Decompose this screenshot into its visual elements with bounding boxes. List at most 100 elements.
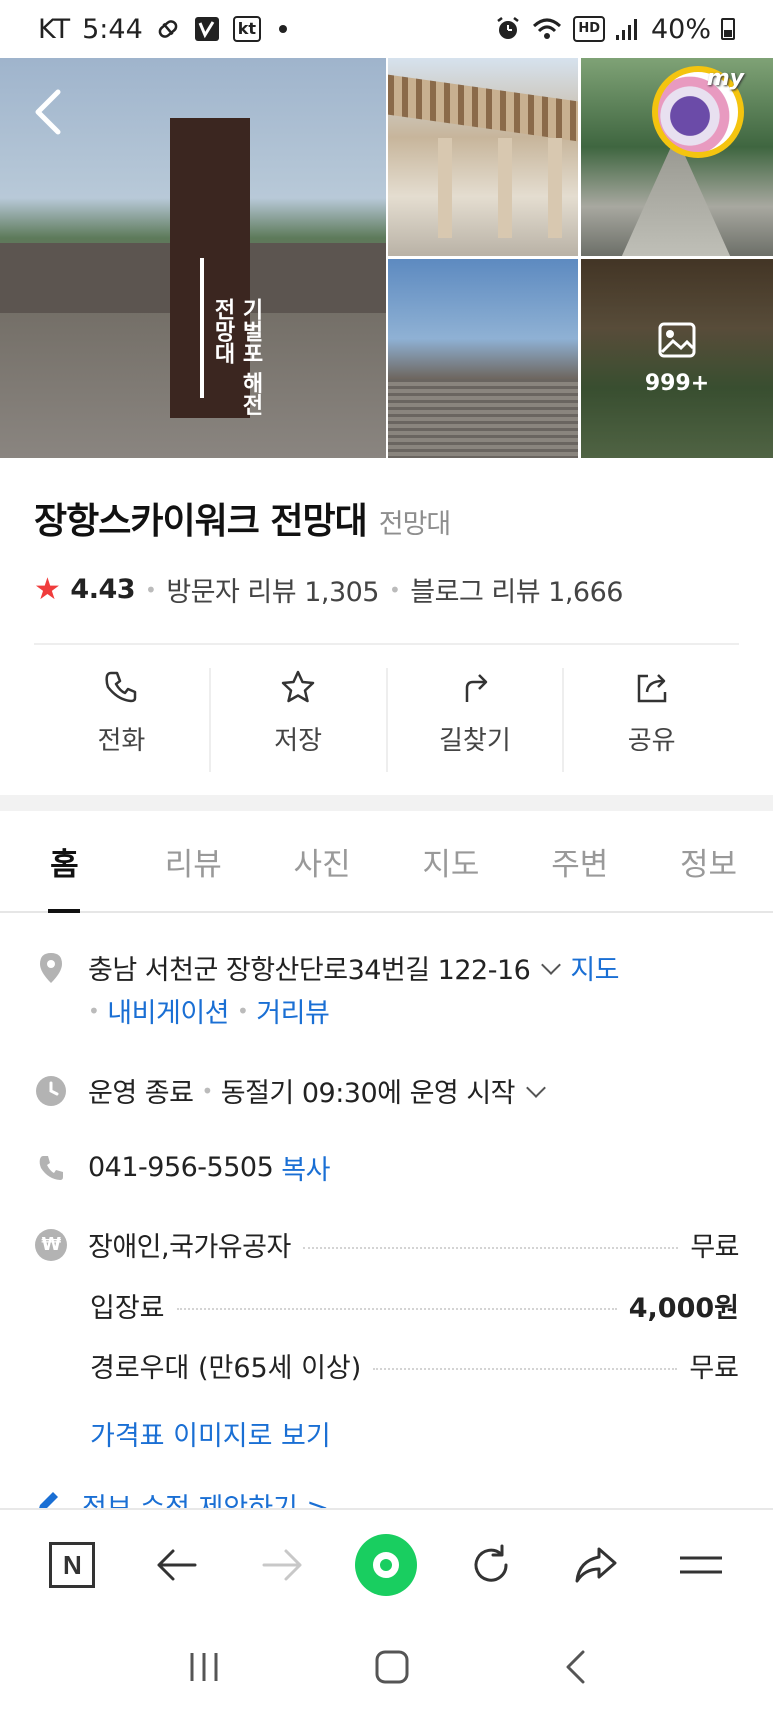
price-value: 무료 [689,1353,739,1384]
arrow-left-icon [157,1549,197,1581]
tab-info[interactable]: 정보 [644,811,773,911]
share-arrow-icon [575,1547,617,1583]
visitor-reviews-link[interactable]: 방문자 리뷰 1,305 [166,570,379,609]
call-label: 전화 [97,726,146,756]
price-value: 4,000원 [628,1293,739,1324]
address-text: 충남 서천군 장항산단로34번길 122-16 [88,955,531,986]
share-page-button[interactable] [564,1533,628,1597]
profile-badge-label: my [706,66,744,91]
location-pin-icon [34,951,68,985]
chevron-down-icon[interactable] [526,1077,546,1098]
pill-icon [155,16,181,42]
signal-icon [615,17,641,41]
reload-button[interactable] [459,1533,523,1597]
profile-avatar[interactable]: my [652,66,744,158]
recent-apps-button[interactable] [186,1651,222,1687]
save-button[interactable]: 저장 [208,668,386,772]
home-square-icon [375,1650,409,1684]
phone-number[interactable]: 041-956-5505 [88,1152,274,1183]
share-button[interactable]: 공유 [562,668,739,772]
refresh-icon [474,1544,508,1582]
price-image-link[interactable]: 가격표 이미지로 보기 [90,1414,331,1453]
monument-text: 기벌포 해전 전망대 [210,298,263,416]
separator-dot: • [145,577,157,602]
phone-icon [105,671,137,703]
place-header: 장항스카이워크 전망대 전망대 [34,492,739,544]
star-outline-icon [281,670,315,703]
tab-nearby[interactable]: 주변 [515,811,644,911]
battery-icon [721,18,735,40]
rating-value: 4.43 [70,574,136,605]
forward-nav-button[interactable] [250,1533,314,1597]
copy-phone-link[interactable]: 복사 [281,1148,330,1187]
dotted-leader [302,1246,679,1249]
hours-row[interactable]: 운영 종료 • 동절기 09:30에 운영 시작 [34,1071,739,1110]
share-label: 공유 [627,726,676,756]
bridge-shape [621,148,731,256]
clock-icon [34,1074,68,1108]
price-label: 입장료 [90,1293,165,1324]
section-gap [0,795,773,811]
more-photos-overlay[interactable]: 999+ [581,259,773,458]
separator-dot: • [389,577,401,602]
separator-dot: • [237,998,249,1023]
chevron-down-icon[interactable] [541,954,562,975]
streetview-link[interactable]: 거리뷰 [256,991,330,1030]
main-photo[interactable]: 기벌포 해전 전망대 [0,58,386,458]
action-bar: 전화 저장 길찾기 공유 [34,668,739,772]
green-dot-icon [355,1534,418,1596]
price-row: ₩ 장애인,국가유공자 무료 [34,1225,739,1264]
more-photos-count: 999+ [644,371,710,396]
directions-label: 길찾기 [438,726,511,756]
back-nav-button[interactable] [145,1533,209,1597]
green-dot-button[interactable] [354,1533,418,1597]
tab-map[interactable]: 지도 [386,811,515,911]
price-label: 경로우대 (만65세 이상) [90,1353,362,1384]
back-chevron-icon [566,1650,585,1684]
hd-voice-icon: HD [573,16,605,42]
pillar-shape [548,138,562,238]
browser-toolbar: N [0,1508,773,1620]
hours-status: 운영 종료 [88,1078,194,1109]
tab-reviews[interactable]: 리뷰 [129,811,258,911]
pillar-shape [438,138,452,238]
photo-thumbnail[interactable] [388,259,578,458]
naver-n-icon: N [49,1542,96,1588]
tab-photos[interactable]: 사진 [258,811,387,911]
price-image-row: 가격표 이미지로 보기 [90,1414,739,1453]
back-system-button[interactable] [563,1649,587,1689]
dotted-leader [176,1307,617,1310]
photo-gallery: 기벌포 해전 전망대 999+ my [0,58,773,458]
system-navigation-bar [0,1620,773,1718]
price-label: 장애인,국가유공자 [88,1232,291,1263]
monument-stripe [200,258,204,398]
tab-home[interactable]: 홈 [0,811,129,913]
separator-dot: • [201,1078,213,1103]
save-label: 저장 [274,726,323,756]
phone-row: 041-956-5505 복사 [34,1148,739,1187]
naver-home-button[interactable]: N [40,1533,104,1597]
floor-shape [388,379,578,458]
hours-detail: 동절기 09:30에 운영 시작 [220,1078,516,1109]
directions-button[interactable]: 길찾기 [385,668,563,772]
place-category: 전망대 [378,509,452,540]
map-link[interactable]: 지도 [570,948,619,987]
back-button[interactable] [30,88,70,135]
blog-reviews-link[interactable]: 블로그 리뷰 1,666 [410,570,623,609]
place-name: 장항스카이워크 전망대 [34,501,368,542]
pillar-shape [498,138,512,238]
navigation-link[interactable]: 내비게이션 [107,991,229,1030]
directions-icon [465,674,488,702]
photo-thumbnail[interactable] [388,58,578,256]
menu-button[interactable] [669,1533,733,1597]
call-button[interactable]: 전화 [34,668,209,772]
monument-shape: 기벌포 해전 전망대 [170,118,263,418]
wifi-icon [531,16,563,42]
clock: 5:44 [82,13,143,45]
star-icon: ★ [34,572,61,607]
pergola-shape [388,74,578,142]
address-links-row: • 내비게이션 • 거리뷰 [88,991,738,1030]
home-system-button[interactable] [374,1649,410,1689]
more-photos-thumbnail[interactable]: 999+ [581,259,773,458]
share-icon [637,674,666,703]
